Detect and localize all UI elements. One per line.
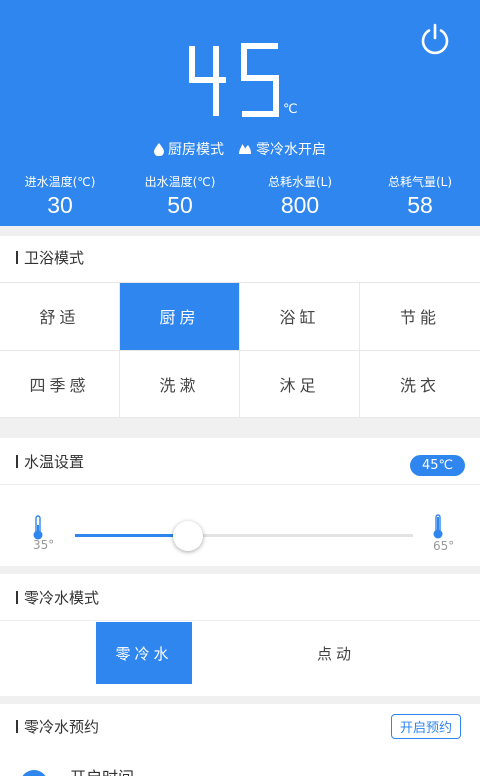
divider: [0, 484, 480, 485]
clock-icon: [20, 770, 48, 776]
temp-slider-thumb[interactable]: [172, 521, 203, 551]
pulse-option[interactable]: 点动: [288, 622, 384, 684]
mode-foot-bath[interactable]: 沐足: [240, 350, 360, 418]
schedule-title: 零冷水预约: [16, 717, 99, 737]
mode-kitchen[interactable]: 厨房: [120, 283, 240, 351]
status-header: ℃ 厨房模式 零冷水开启 进水温度(℃) 30 出水温度(℃) 50 总耗水量(…: [0, 0, 480, 226]
temp-min-label: 35°: [33, 538, 55, 552]
status-mode: 厨房模式: [154, 139, 224, 159]
temperature-display: [189, 43, 279, 117]
temp-max-label: 65°: [433, 539, 455, 553]
divider: [0, 620, 480, 621]
water-temp-badge: 45℃: [410, 455, 466, 476]
schedule-time-row[interactable]: 开启时间: [0, 750, 480, 776]
stat-outlet-temp: 出水温度(℃) 50: [144, 175, 216, 218]
stats-row: 进水温度(℃) 30 出水温度(℃) 50 总耗水量(L) 800 总耗气量(L…: [0, 174, 480, 220]
mode-seasonal[interactable]: 四季感: [0, 350, 120, 418]
temperature-unit: ℃: [283, 102, 298, 117]
mode-laundry[interactable]: 洗衣: [360, 351, 480, 418]
power-icon[interactable]: [418, 22, 452, 56]
open-schedule-button[interactable]: 开启预约: [391, 714, 462, 739]
water-temp-title: 水温设置: [16, 452, 84, 472]
water-drop-icon: [154, 142, 164, 156]
flame-icon: [239, 144, 251, 154]
temp-slider-fill: [75, 534, 188, 537]
zero-cold-title: 零冷水模式: [16, 588, 99, 608]
stat-water-usage: 总耗水量(L) 800: [267, 175, 333, 218]
mode-bathtub[interactable]: 浴缸: [240, 283, 360, 351]
start-time-label: 开启时间: [70, 764, 134, 776]
mode-comfort[interactable]: 舒适: [0, 283, 120, 351]
mode-eco[interactable]: 节能: [360, 283, 480, 351]
status-zero-cold: 零冷水开启: [238, 139, 326, 159]
bath-mode-grid: 舒适 厨房 浴缸 节能 四季感 洗漱 沐足 洗衣: [0, 282, 480, 418]
stat-inlet-temp: 进水温度(℃) 30: [24, 175, 96, 218]
thermometer-high-icon: [433, 514, 443, 539]
status-row: 厨房模式 零冷水开启: [0, 139, 480, 159]
stat-gas-usage: 总耗气量(L) 58: [387, 175, 453, 218]
bath-mode-title: 卫浴模式: [16, 248, 84, 268]
mode-wash[interactable]: 洗漱: [120, 350, 240, 418]
zero-cold-option[interactable]: 零冷水: [96, 622, 192, 684]
